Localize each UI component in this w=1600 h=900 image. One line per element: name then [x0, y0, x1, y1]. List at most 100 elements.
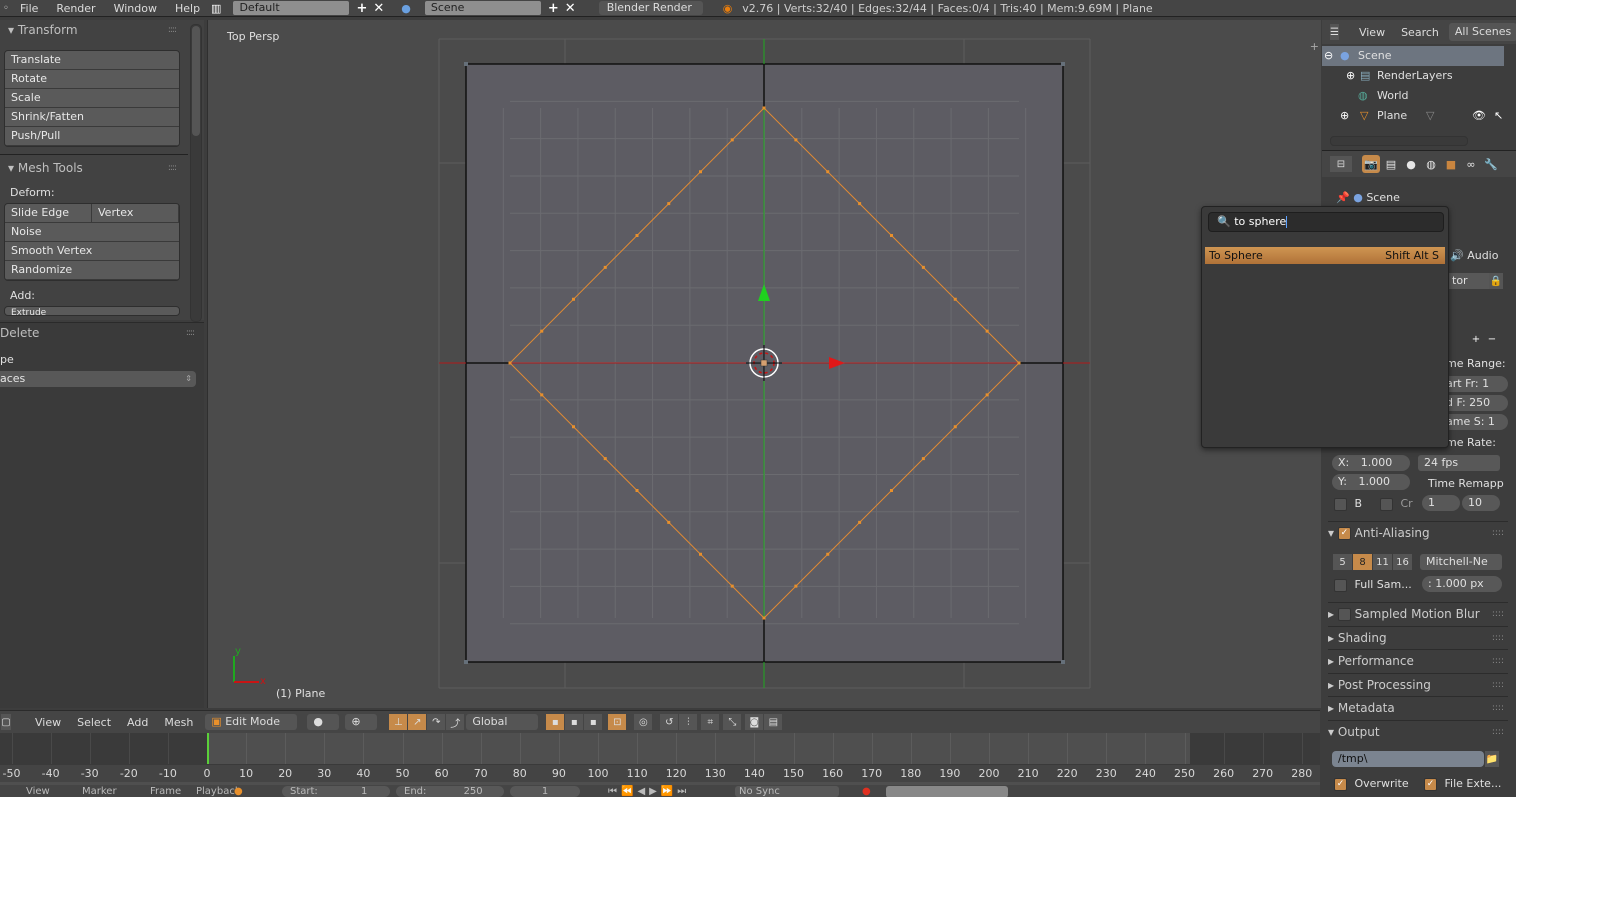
snap-target-icon[interactable]: ⌗: [701, 714, 720, 730]
add-preset-button[interactable]: +: [1469, 331, 1483, 347]
drag-grip-icon[interactable]: ::::: [1492, 522, 1504, 544]
aa-sample-11[interactable]: 11: [1373, 554, 1392, 570]
crop-toggle[interactable]: Cr: [1380, 497, 1508, 511]
outliner-item-renderlayers[interactable]: ⊕ ▤ RenderLayers: [1322, 66, 1516, 86]
anti-aliasing-panel-header[interactable]: ▾ ✓ Anti-Aliasing::::: [1328, 521, 1508, 544]
modifiers-tab-icon[interactable]: 🔧: [1482, 155, 1500, 173]
expand-icon[interactable]: ⊕: [1340, 106, 1349, 126]
rotate-button[interactable]: Rotate: [5, 70, 179, 89]
visibility-eye-icon[interactable]: 👁: [1472, 106, 1486, 126]
overwrite-checkbox[interactable]: ✓: [1334, 777, 1347, 791]
drag-grip-icon[interactable]: ::::: [1492, 721, 1504, 743]
frame-step-field[interactable]: ame S: 1: [1440, 414, 1508, 430]
scene-icon[interactable]: ●: [401, 2, 411, 15]
timeline-menu-marker[interactable]: Marker: [82, 786, 117, 797]
slide-vertex-button[interactable]: Vertex: [92, 204, 179, 223]
extrude-button[interactable]: Extrude: [5, 307, 179, 315]
render-tab-icon[interactable]: 📷: [1362, 155, 1380, 173]
anti-aliasing-checkbox[interactable]: ✓: [1337, 527, 1351, 540]
edge-select-icon[interactable]: ▪: [565, 714, 584, 730]
render-animation-icon[interactable]: ▤: [764, 714, 783, 730]
viewport-canvas[interactable]: y x: [208, 20, 1321, 708]
outliner-item-scene[interactable]: ⊖ ● Scene: [1322, 46, 1504, 66]
scene-tab-icon[interactable]: ●: [1402, 155, 1420, 173]
3d-viewport[interactable]: Top Persp y x + (1) Plane: [207, 20, 1321, 708]
playback-controls[interactable]: ⏮⏪◀▶⏩⏭: [608, 786, 690, 797]
screen-layout-field[interactable]: Default: [233, 1, 350, 15]
timeline-ruler[interactable]: -50 -40 -30 -20 -10 0 10 20 30 40 50 60 70 80 90 100 110…: [0, 764, 1320, 782]
editor-type-icon[interactable]: ▢: [1, 714, 11, 730]
scale-button[interactable]: Scale: [5, 89, 179, 108]
aspect-x-field[interactable]: X: 1.000: [1332, 455, 1410, 471]
aa-filter-select[interactable]: Mitchell-Ne: [1420, 554, 1502, 570]
aa-sample-16[interactable]: 16: [1393, 554, 1412, 570]
panel-mesh-tools-header[interactable]: ▾ Mesh Tools::::: [0, 158, 204, 178]
file-extensions-toggle[interactable]: ✓ File Exte...: [1424, 777, 1508, 791]
drag-grip-icon[interactable]: ::::: [1492, 674, 1504, 696]
operator-search-input[interactable]: 🔍 to sphere: [1208, 212, 1444, 232]
drag-grip-icon[interactable]: ::::: [1492, 697, 1504, 719]
timeline-menu-view[interactable]: View: [26, 786, 50, 797]
search-result-item[interactable]: To Sphere Shift Alt S: [1205, 247, 1445, 264]
post-processing-panel-header[interactable]: ▸ Post Processing::::: [1328, 673, 1508, 696]
editor-type-icon[interactable]: ⊟: [1330, 156, 1352, 172]
noise-button[interactable]: Noise: [5, 223, 179, 242]
auto-merge-icon[interactable]: ⤡: [723, 714, 742, 730]
aspect-y-field[interactable]: Y: 1.000: [1332, 474, 1410, 490]
start-frame-field[interactable]: Start: 1: [282, 786, 390, 797]
motion-blur-panel-header[interactable]: ▸ Sampled Motion Blur::::: [1328, 602, 1508, 625]
mode-select[interactable]: ▣ Edit Mode: [205, 714, 298, 730]
auto-keying-icon[interactable]: ●: [862, 786, 871, 797]
toolshelf-scrollbar[interactable]: [190, 24, 202, 322]
shading-panel-header[interactable]: ▸ Shading::::: [1328, 626, 1508, 649]
orientation-select[interactable]: Global: [466, 714, 539, 730]
drag-grip-icon[interactable]: ::::: [1492, 603, 1504, 625]
mesh-data-icon[interactable]: ▽: [1426, 106, 1434, 126]
constraints-tab-icon[interactable]: ∞: [1462, 155, 1480, 173]
translate-button[interactable]: Translate: [5, 51, 179, 70]
render-icon[interactable]: ◙: [745, 714, 764, 730]
render-engine-select[interactable]: Blender Render: [598, 1, 703, 15]
outliner-menu-search[interactable]: Search: [1401, 26, 1439, 39]
remove-layout-button[interactable]: ✕: [370, 1, 387, 16]
file-browser-icon[interactable]: 📁: [1485, 751, 1499, 767]
remove-preset-button[interactable]: −: [1485, 331, 1499, 347]
snap-element-icon[interactable]: ⫶: [679, 714, 698, 730]
end-frame-field[interactable]: End: 250: [396, 786, 504, 797]
manipulator-toggle-icon[interactable]: ⊥: [389, 714, 408, 730]
menu-file[interactable]: File: [11, 2, 47, 15]
drag-grip-icon[interactable]: ::::: [168, 158, 177, 178]
start-frame-field[interactable]: art Fr: 1: [1440, 376, 1508, 392]
keying-set-field[interactable]: [886, 786, 1008, 797]
translate-manipulator-icon[interactable]: ↗: [408, 714, 427, 730]
motion-blur-checkbox[interactable]: [1337, 608, 1351, 621]
menu-add[interactable]: Add: [119, 716, 156, 729]
drag-grip-icon[interactable]: ::::: [168, 20, 177, 40]
record-keyframe-icon[interactable]: ●: [234, 786, 243, 797]
output-panel-header[interactable]: ▾ Output::::: [1328, 720, 1508, 743]
crop-checkbox[interactable]: [1380, 497, 1393, 511]
add-layout-button[interactable]: +: [353, 1, 370, 16]
audio-button[interactable]: 🔊 Audio: [1450, 249, 1508, 262]
pivot-select[interactable]: ⊕: [345, 714, 378, 730]
output-path-field[interactable]: /tmp\: [1332, 751, 1484, 767]
push-pull-button[interactable]: Push/Pull: [5, 127, 179, 146]
rotate-manipulator-icon[interactable]: ↷: [427, 714, 446, 730]
menu-mesh[interactable]: Mesh: [156, 716, 201, 729]
menu-window[interactable]: Window: [105, 2, 166, 15]
proportional-edit-icon[interactable]: ◎: [634, 714, 653, 730]
shading-select[interactable]: ●: [307, 714, 340, 730]
vertex-select-icon[interactable]: ▪: [546, 714, 565, 730]
menu-render[interactable]: Render: [47, 2, 104, 15]
collapse-icon[interactable]: ⊖: [1324, 46, 1333, 66]
lock-icon[interactable]: 🔒: [1489, 273, 1503, 289]
current-frame-marker[interactable]: [207, 733, 209, 764]
full-sample-checkbox[interactable]: [1334, 578, 1347, 592]
sync-select[interactable]: No Sync: [735, 786, 839, 797]
outliner-menu-view[interactable]: View: [1359, 26, 1385, 39]
timeline[interactable]: -50 -40 -30 -20 -10 0 10 20 30 40 50 60 70 80 90 100 110…: [0, 733, 1320, 797]
border-checkbox[interactable]: [1334, 497, 1347, 511]
pin-icon[interactable]: 📌: [1336, 191, 1350, 204]
selectability-cursor-icon[interactable]: ↖: [1494, 106, 1503, 126]
face-select-icon[interactable]: ▪: [584, 714, 603, 730]
